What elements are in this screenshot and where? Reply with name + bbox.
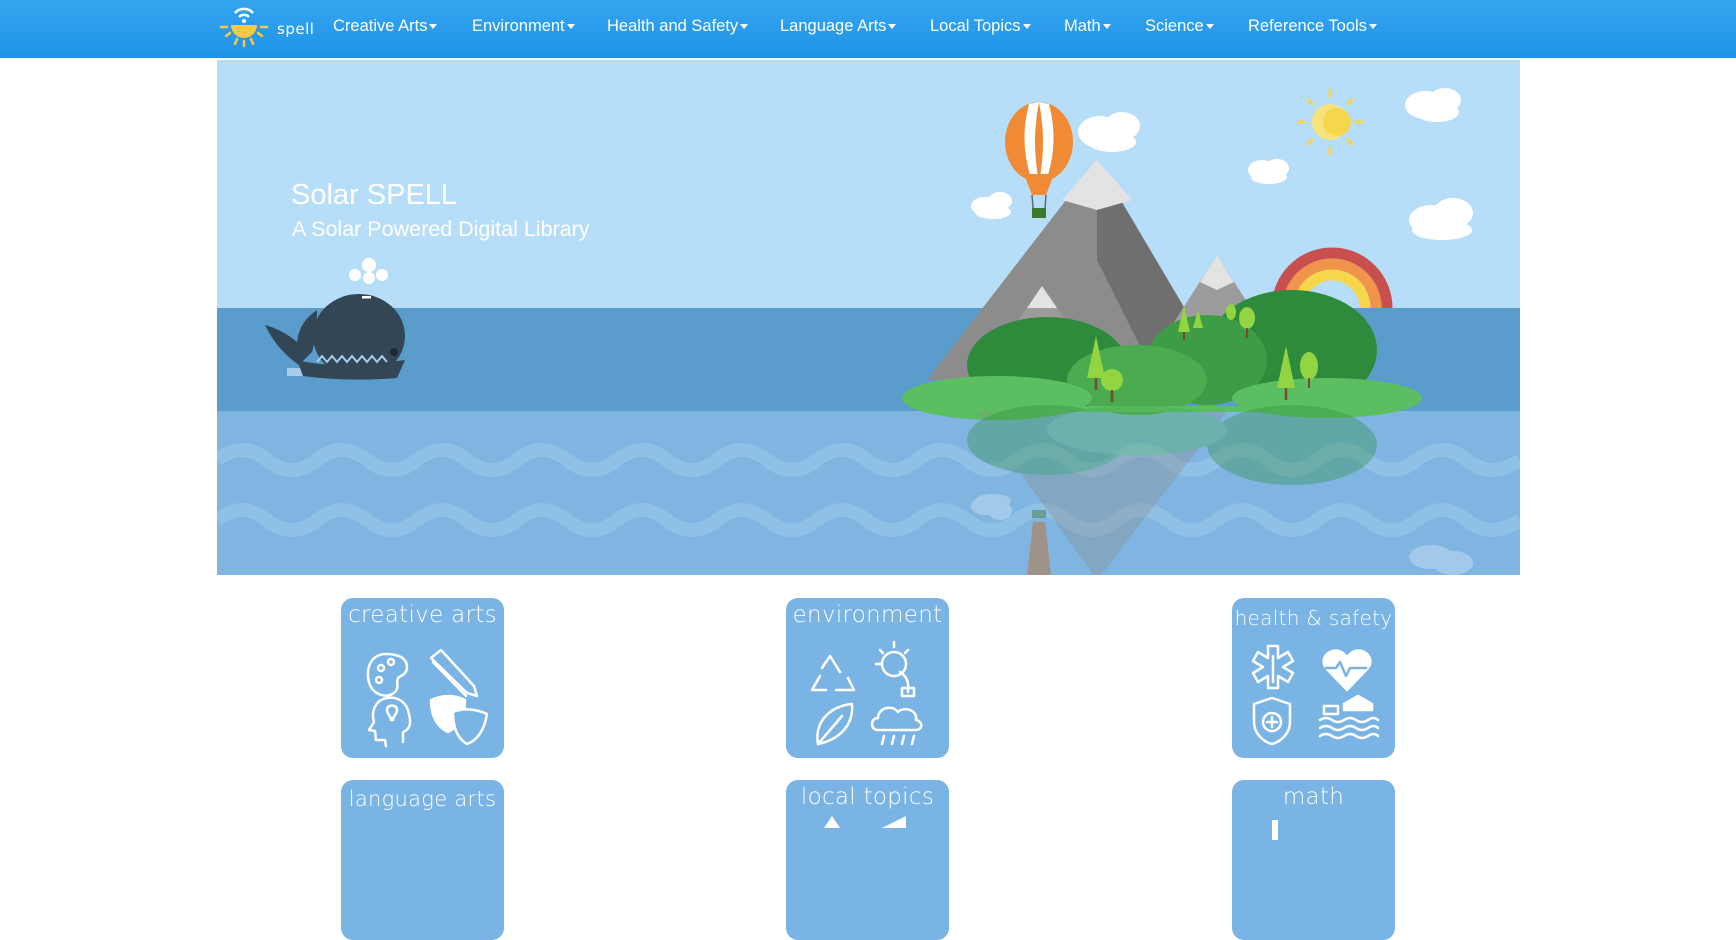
- caret-down-icon: [740, 24, 749, 30]
- nav-local-topics[interactable]: Local Topics: [930, 17, 1031, 36]
- sun-wifi-logo-icon: [219, 7, 269, 48]
- idea-head-icon: [367, 696, 412, 748]
- flood-house-icon: [1318, 694, 1380, 740]
- mountain-icon: [824, 816, 840, 828]
- caret-down-icon: [566, 24, 575, 30]
- nav-creative-arts[interactable]: Creative Arts: [333, 17, 438, 36]
- ruler-icon: [1272, 820, 1278, 840]
- nav-health-and-safety[interactable]: Health and Safety: [607, 17, 749, 36]
- tile-label: environment: [792, 602, 943, 628]
- tile-label: health & safety: [1234, 606, 1393, 630]
- leaf-icon: [816, 702, 854, 746]
- caret-down-icon: [429, 24, 438, 30]
- nav-label: Science: [1145, 17, 1204, 35]
- recycle-icon: [810, 654, 856, 692]
- palette-icon: [366, 652, 409, 697]
- tile-label: math: [1282, 784, 1345, 810]
- nav-label: Creative Arts: [333, 17, 428, 35]
- brand-name: spell: [277, 20, 315, 38]
- nav-label: Health and Safety: [607, 17, 739, 35]
- shield-cross-icon: [1252, 696, 1292, 746]
- nav-label: Local Topics: [930, 17, 1021, 35]
- tile-label: creative arts: [348, 602, 497, 628]
- nav-science[interactable]: Science: [1145, 17, 1214, 36]
- caret-down-icon: [888, 24, 897, 30]
- rain-cloud-icon: [870, 706, 923, 746]
- caret-down-icon: [1022, 24, 1031, 30]
- hero-banner: Solar SPELL A Solar Powered Digital Libr…: [217, 60, 1520, 575]
- nav-reference-tools[interactable]: Reference Tools: [1248, 17, 1377, 36]
- theater-masks-icon: [429, 694, 489, 746]
- tile-label: language arts: [348, 787, 497, 811]
- nav-label: Math: [1064, 17, 1101, 35]
- tile-math[interactable]: math: [1232, 780, 1395, 940]
- nav-environment[interactable]: Environment: [472, 17, 575, 36]
- nav-math[interactable]: Math: [1064, 17, 1111, 36]
- caret-down-icon: [1205, 24, 1214, 30]
- hero-subtitle: A Solar Powered Digital Library: [292, 217, 590, 241]
- nav-label: Reference Tools: [1248, 17, 1367, 35]
- nav-language-arts[interactable]: Language Arts: [780, 17, 897, 36]
- hero-title: Solar SPELL: [291, 179, 458, 211]
- pencil-icon: [429, 648, 479, 698]
- top-navbar: spell Creative Arts Environment Health a…: [0, 0, 1736, 58]
- nav-label: Language Arts: [780, 17, 887, 35]
- heartbeat-icon: [1322, 649, 1372, 692]
- tile-local-topics[interactable]: local topics: [786, 780, 949, 940]
- tile-label: local topics: [800, 784, 935, 810]
- medical-star-icon: [1251, 644, 1295, 690]
- solar-plug-icon: [874, 640, 916, 698]
- caret-down-icon: [1102, 24, 1111, 30]
- tile-environment[interactable]: environment: [786, 598, 949, 758]
- tile-health-and-safety[interactable]: health & safety: [1232, 598, 1395, 758]
- brand-logo[interactable]: spell: [218, 3, 318, 55]
- tile-language-arts[interactable]: language arts: [341, 780, 504, 940]
- caret-down-icon: [1368, 24, 1377, 30]
- flag-icon: [882, 816, 906, 828]
- tile-creative-arts[interactable]: creative arts: [341, 598, 504, 758]
- hero-illustration: [217, 60, 1520, 575]
- nav-label: Environment: [472, 17, 565, 35]
